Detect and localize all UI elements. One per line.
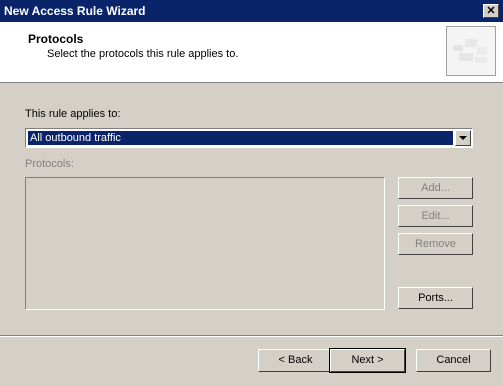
protocols-label: Protocols: bbox=[25, 158, 74, 170]
protocols-list bbox=[25, 177, 385, 310]
applies-label: This rule applies to: bbox=[25, 108, 121, 120]
applies-dropdown[interactable]: All outbound traffic bbox=[25, 128, 473, 148]
wizard-header: Protocols Select the protocols this rule… bbox=[0, 22, 503, 83]
page-title: Protocols bbox=[28, 32, 84, 46]
back-button[interactable]: < Back bbox=[258, 349, 333, 372]
close-icon: ✕ bbox=[486, 5, 496, 17]
wizard-header-icon bbox=[446, 26, 496, 76]
title-bar: New Access Rule Wizard ✕ bbox=[0, 0, 503, 22]
ports-button[interactable]: Ports... bbox=[398, 287, 473, 309]
dropdown-arrow-icon bbox=[459, 136, 467, 140]
wizard-window: New Access Rule Wizard ✕ Protocols Selec… bbox=[0, 0, 503, 386]
footer-separator bbox=[0, 335, 503, 337]
page-subtitle: Select the protocols this rule applies t… bbox=[47, 48, 239, 60]
next-button[interactable]: Next > bbox=[329, 348, 406, 373]
close-button[interactable]: ✕ bbox=[483, 4, 499, 18]
edit-button[interactable]: Edit... bbox=[398, 205, 473, 227]
add-button[interactable]: Add... bbox=[398, 177, 473, 199]
dropdown-arrow-button[interactable] bbox=[455, 130, 471, 146]
applies-selected-value: All outbound traffic bbox=[30, 132, 121, 144]
window-title: New Access Rule Wizard bbox=[4, 4, 146, 18]
applies-selected-highlight: All outbound traffic bbox=[28, 131, 453, 145]
cancel-button[interactable]: Cancel bbox=[416, 349, 491, 372]
remove-button[interactable]: Remove bbox=[398, 233, 473, 255]
